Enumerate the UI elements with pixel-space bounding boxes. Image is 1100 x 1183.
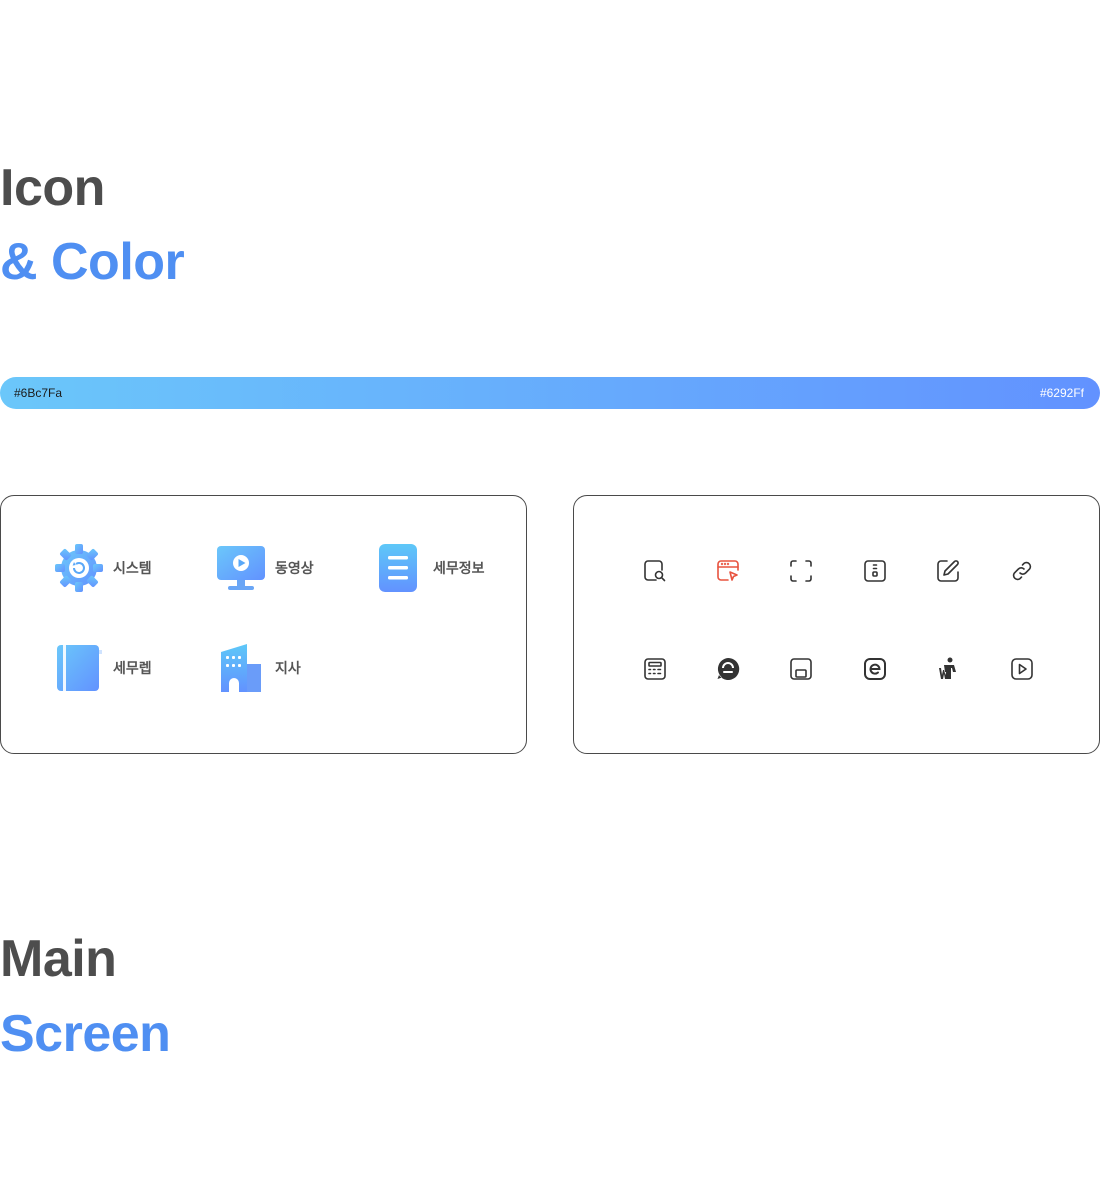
- book-icon: [53, 642, 105, 694]
- menu-label-tax-lab: 세무렙: [113, 661, 152, 677]
- edit-icon[interactable]: [935, 558, 961, 584]
- chat-bubble-icon[interactable]: [715, 656, 741, 682]
- building-icon: [215, 642, 267, 694]
- monitor-play-icon: [215, 542, 267, 594]
- e-badge-icon[interactable]: [862, 656, 888, 682]
- section-title-main: Main: [0, 930, 117, 988]
- play-square-icon[interactable]: [1009, 656, 1035, 682]
- window-bottom-icon[interactable]: [788, 656, 814, 682]
- menu-item-tax-info[interactable]: 세무정보: [373, 542, 485, 594]
- worker-icon[interactable]: [935, 656, 961, 682]
- calculator-icon[interactable]: [642, 656, 668, 682]
- fullscreen-icon[interactable]: [788, 558, 814, 584]
- phone-icon[interactable]: [862, 558, 888, 584]
- menu-item-video[interactable]: 동영상: [215, 542, 314, 594]
- menu-label-branch: 지사: [275, 661, 301, 677]
- gear-icon: [53, 542, 105, 594]
- line-icon-panel: [573, 495, 1100, 754]
- section-subtitle-screen: Screen: [0, 1005, 171, 1063]
- menu-item-branch[interactable]: 지사: [215, 642, 301, 694]
- menu-icon-panel: 시스템 동영상 세무정보 세무렙 지사: [0, 495, 527, 754]
- color-gradient-bar: #6Bc7Fa #6292Ff: [0, 377, 1100, 409]
- menu-item-tax-lab[interactable]: 세무렙: [53, 642, 152, 694]
- section-title-icon: Icon: [0, 159, 105, 217]
- link-icon[interactable]: [1009, 558, 1035, 584]
- section-subtitle-color: & Color: [0, 233, 185, 291]
- gradient-end-label: #6292Ff: [1039, 386, 1084, 400]
- menu-item-system[interactable]: 시스템: [53, 542, 152, 594]
- menu-label-video: 동영상: [275, 561, 314, 577]
- document-icon: [373, 542, 425, 594]
- gradient-start-label: #6Bc7Fa: [14, 386, 63, 400]
- menu-label-tax-info: 세무정보: [433, 561, 485, 577]
- file-search-icon[interactable]: [642, 558, 668, 584]
- menu-label-system: 시스템: [113, 561, 152, 577]
- browser-cursor-icon[interactable]: [715, 558, 741, 584]
